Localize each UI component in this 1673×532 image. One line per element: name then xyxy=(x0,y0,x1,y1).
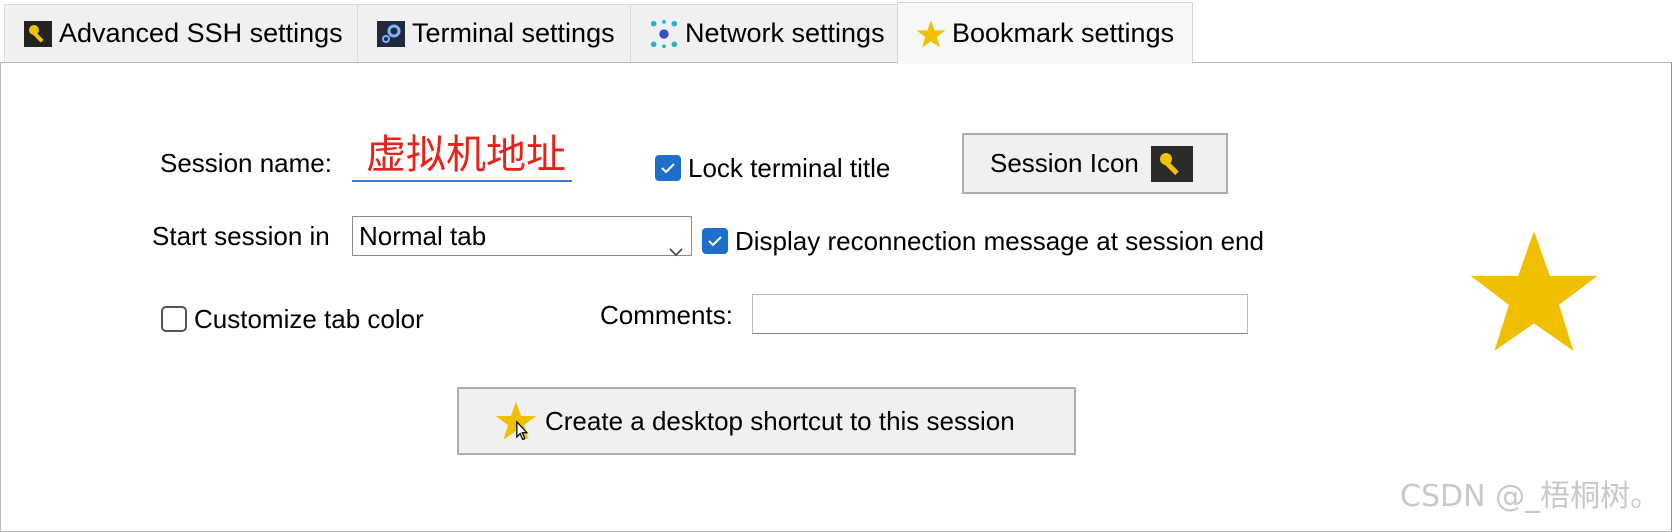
tab-advanced-ssh-settings[interactable]: Advanced SSH settings xyxy=(4,4,358,62)
tab-terminal-settings[interactable]: Terminal settings xyxy=(357,4,631,62)
checkmark-icon xyxy=(708,236,722,247)
key-icon xyxy=(23,19,53,49)
watermark-text: CSDN @_梧桐树。 xyxy=(1400,479,1661,514)
checkmark-icon xyxy=(661,163,675,174)
session-name-label: Session name: xyxy=(160,148,332,178)
comments-input[interactable] xyxy=(752,294,1248,334)
tab-label: Advanced SSH settings xyxy=(59,18,343,48)
tab-network-settings[interactable]: Network settings xyxy=(630,4,898,62)
tab-label: Bookmark settings xyxy=(952,18,1175,48)
tab-label: Network settings xyxy=(685,18,885,48)
start-session-label: Start session in xyxy=(152,221,330,251)
session-icon-button-label: Session Icon xyxy=(990,148,1139,178)
reconnection-message-checkbox[interactable] xyxy=(702,228,728,254)
star-icon xyxy=(495,400,537,442)
tab-label: Terminal settings xyxy=(412,18,615,48)
lock-terminal-title-label: Lock terminal title xyxy=(688,153,891,183)
start-session-select-value: Normal tab xyxy=(359,221,487,251)
lock-terminal-title-checkbox[interactable] xyxy=(655,155,681,181)
create-desktop-shortcut-button[interactable]: Create a desktop shortcut to this sessio… xyxy=(457,387,1076,455)
bookmark-star-icon xyxy=(1468,228,1600,354)
tab-bookmark-settings[interactable]: Bookmark settings xyxy=(897,2,1193,64)
comments-label: Comments: xyxy=(600,300,733,330)
terminal-gear-icon xyxy=(376,19,406,49)
session-name-input[interactable]: 虚拟机地址 xyxy=(352,128,572,182)
customize-tab-color-checkbox[interactable] xyxy=(161,306,187,332)
star-icon xyxy=(916,19,946,49)
network-icon xyxy=(649,19,679,49)
customize-tab-color-label: Customize tab color xyxy=(194,304,424,334)
key-icon xyxy=(1150,145,1193,182)
session-icon-button[interactable]: Session Icon xyxy=(962,133,1228,194)
tab-bar: Advanced SSH settings Terminal settings … xyxy=(0,0,1673,64)
start-session-select[interactable]: Normal tab xyxy=(352,216,692,257)
create-desktop-shortcut-label: Create a desktop shortcut to this sessio… xyxy=(545,405,1015,436)
chevron-down-icon xyxy=(669,229,683,267)
reconnection-message-label: Display reconnection message at session … xyxy=(735,226,1264,256)
